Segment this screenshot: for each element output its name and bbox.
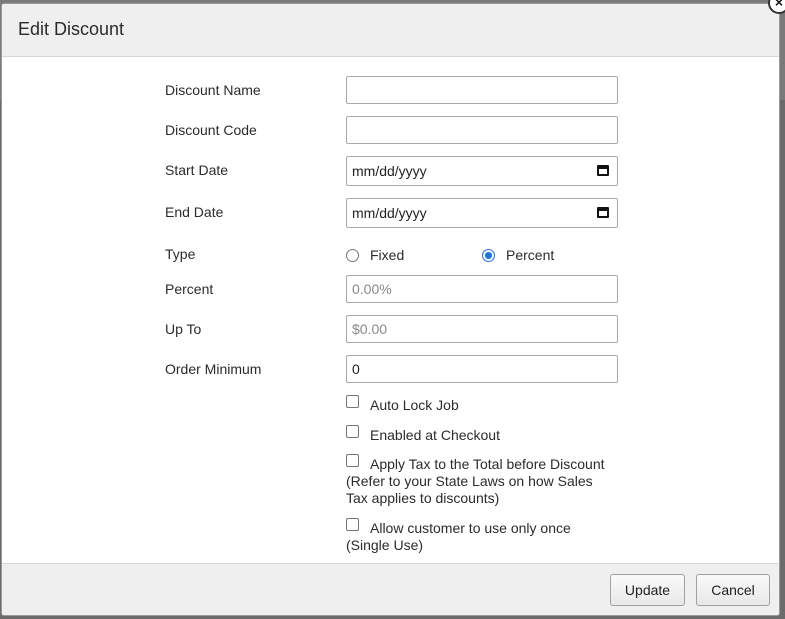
dialog-header: Edit Discount [2, 4, 779, 57]
up-to-input[interactable] [346, 315, 618, 343]
enabled-at-checkout-label[interactable]: Enabled at Checkout [370, 427, 500, 443]
end-date-label: End Date [165, 204, 224, 220]
edit-discount-dialog: Edit Discount Discount Name Discount Cod… [1, 3, 780, 616]
single-use-checkbox[interactable] [346, 518, 359, 531]
discount-code-input[interactable] [346, 116, 618, 144]
discount-name-label: Discount Name [165, 82, 261, 98]
cancel-button[interactable]: Cancel [696, 574, 770, 606]
discount-name-input[interactable] [346, 76, 618, 104]
start-date-input[interactable]: mm/dd/yyyy [346, 156, 618, 186]
apply-tax-note: (Refer to your State Laws on how Sales T… [346, 473, 593, 506]
auto-lock-job-checkbox[interactable] [346, 395, 359, 408]
end-date-input[interactable]: mm/dd/yyyy [346, 198, 618, 228]
single-use-label[interactable]: Allow customer to use only once [370, 520, 571, 536]
type-percent-radio[interactable] [482, 249, 495, 262]
order-minimum-label: Order Minimum [165, 361, 262, 377]
start-date-value: mm/dd/yyyy [352, 163, 427, 179]
dialog-title: Edit Discount [18, 19, 125, 39]
type-label: Type [165, 246, 196, 262]
dialog-footer: Update Cancel [2, 563, 779, 615]
type-percent-label[interactable]: Percent [506, 247, 554, 263]
single-use-note: (Single Use) [346, 537, 424, 553]
auto-lock-job-label[interactable]: Auto Lock Job [370, 397, 459, 413]
apply-tax-checkbox[interactable] [346, 454, 359, 467]
discount-code-label: Discount Code [165, 122, 257, 138]
type-fixed-label[interactable]: Fixed [370, 247, 404, 263]
end-date-value: mm/dd/yyyy [352, 205, 427, 221]
up-to-label: Up To [165, 321, 202, 337]
calendar-icon[interactable] [597, 165, 609, 176]
order-minimum-input[interactable] [346, 355, 618, 383]
start-date-label: Start Date [165, 162, 229, 178]
calendar-icon[interactable] [597, 207, 609, 218]
update-button[interactable]: Update [610, 574, 685, 606]
apply-tax-label[interactable]: Apply Tax to the Total before Discount [370, 456, 605, 472]
percent-label: Percent [165, 281, 214, 297]
dialog-body: Discount Name Discount Code Start Date m… [2, 57, 779, 565]
type-fixed-radio[interactable] [346, 249, 359, 262]
enabled-at-checkout-checkbox[interactable] [346, 425, 359, 438]
percent-input[interactable] [346, 275, 618, 303]
